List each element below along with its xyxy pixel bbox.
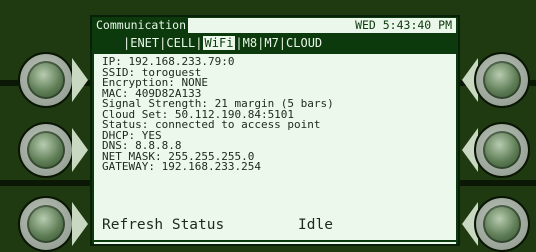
right-soft-key-3[interactable]: [474, 196, 530, 252]
tab-cell[interactable]: CELL: [166, 36, 195, 50]
refresh-state: Idle: [298, 217, 333, 233]
bezel-divider: [0, 180, 90, 186]
right-soft-key-2[interactable]: [474, 122, 530, 178]
left-soft-key-1[interactable]: [18, 52, 74, 108]
display-screen: Communication WED 5:43:40 PM |ENET|CELL|…: [90, 15, 460, 246]
tab-cloud[interactable]: CLOUD: [286, 36, 322, 50]
refresh-status-button[interactable]: Refresh Status: [102, 217, 224, 233]
tab-enet[interactable]: ENET: [130, 36, 159, 50]
clock: WED 5:43:40 PM: [355, 18, 452, 32]
bezel-divider: [460, 180, 536, 186]
tab-m8[interactable]: M8: [243, 36, 257, 50]
gateway: GATEWAY: 192.168.233.254: [102, 160, 261, 173]
wifi-details: IP: 192.168.233.79:0 SSID: toroguest Enc…: [102, 56, 334, 173]
tab-m7[interactable]: M7: [264, 36, 278, 50]
screen-title: Communication: [94, 18, 189, 33]
wifi-info-panel: IP: 192.168.233.79:0 SSID: toroguest Enc…: [94, 54, 456, 244]
title-bar: Communication WED 5:43:40 PM: [94, 18, 456, 33]
right-soft-key-1[interactable]: [474, 52, 530, 108]
tab-wifi[interactable]: WiFi: [202, 36, 236, 50]
tab-bar: |ENET|CELL| WiFi |M8|M7|CLOUD: [123, 36, 323, 50]
left-arrow-icon: [72, 202, 88, 246]
left-arrow-icon: [72, 58, 88, 102]
left-soft-key-3[interactable]: [18, 196, 74, 252]
divider: [94, 240, 456, 242]
left-arrow-icon: [72, 128, 88, 172]
left-soft-key-2[interactable]: [18, 122, 74, 178]
